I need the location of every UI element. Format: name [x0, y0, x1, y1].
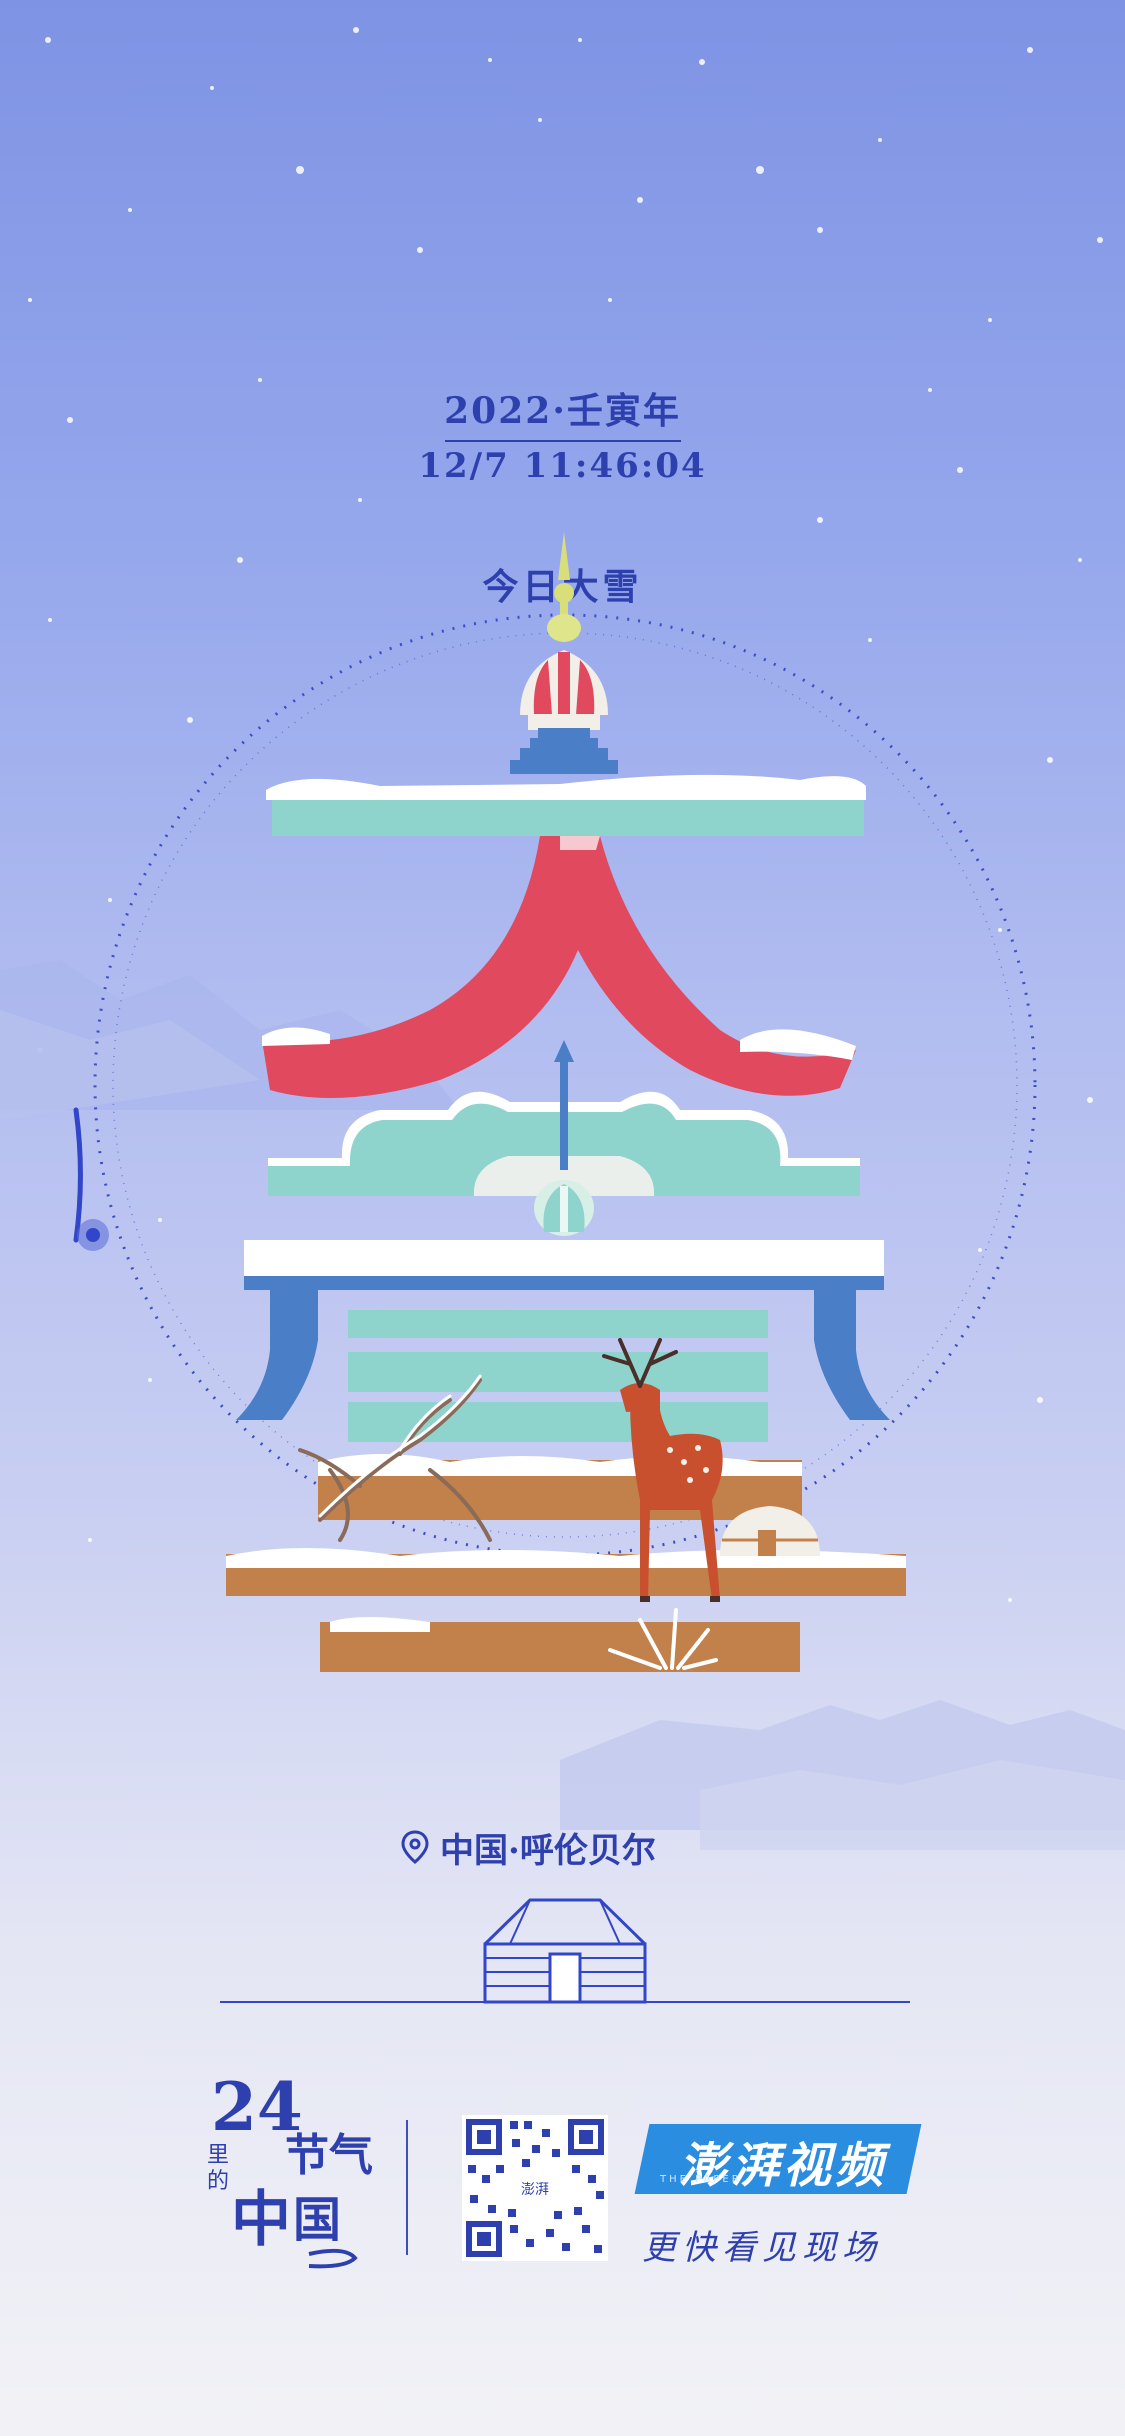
xue-blue-roof — [236, 1240, 890, 1442]
footer-divider — [406, 2120, 408, 2255]
yurt-line-drawing — [220, 1898, 910, 2004]
logo-char-guo: 国 — [293, 2192, 341, 2248]
qr-center-text: 澎湃 — [521, 2182, 549, 2198]
onion-dome-spire — [510, 532, 618, 774]
da-horizontal-stroke — [266, 774, 866, 836]
brand-subtext: THE PAPER — [660, 2174, 742, 2185]
thepaper-video-brand[interactable]: 澎湃视频 THE PAPER — [634, 2118, 922, 2202]
location-label: 中国·呼伦贝尔 — [440, 1830, 656, 1871]
progress-arc — [73, 1107, 83, 1243]
location-row: 中国·呼伦贝尔 — [400, 1822, 656, 1872]
logo-char-li: 里 — [207, 2143, 229, 2168]
qr-code[interactable]: 澎湃 — [462, 2115, 608, 2261]
xue-brown-base — [226, 1454, 906, 1672]
brand-name: 澎湃视频 — [678, 2138, 887, 2194]
logo-char-de: 的 — [207, 2169, 229, 2194]
location-pin-icon — [400, 1830, 430, 1864]
logo-char-qi: 气 — [329, 2130, 373, 2181]
daxue-character-illustration — [73, 532, 1037, 1672]
brand-slogan: 更快看见现场 — [642, 2228, 882, 2268]
poster: 2022·壬寅年 12/7 11:46:04 今日大雪 — [0, 0, 1125, 2436]
logo-char-jie: 节 — [285, 2130, 329, 2181]
logo-char-zhong: 中 — [231, 2185, 291, 2255]
